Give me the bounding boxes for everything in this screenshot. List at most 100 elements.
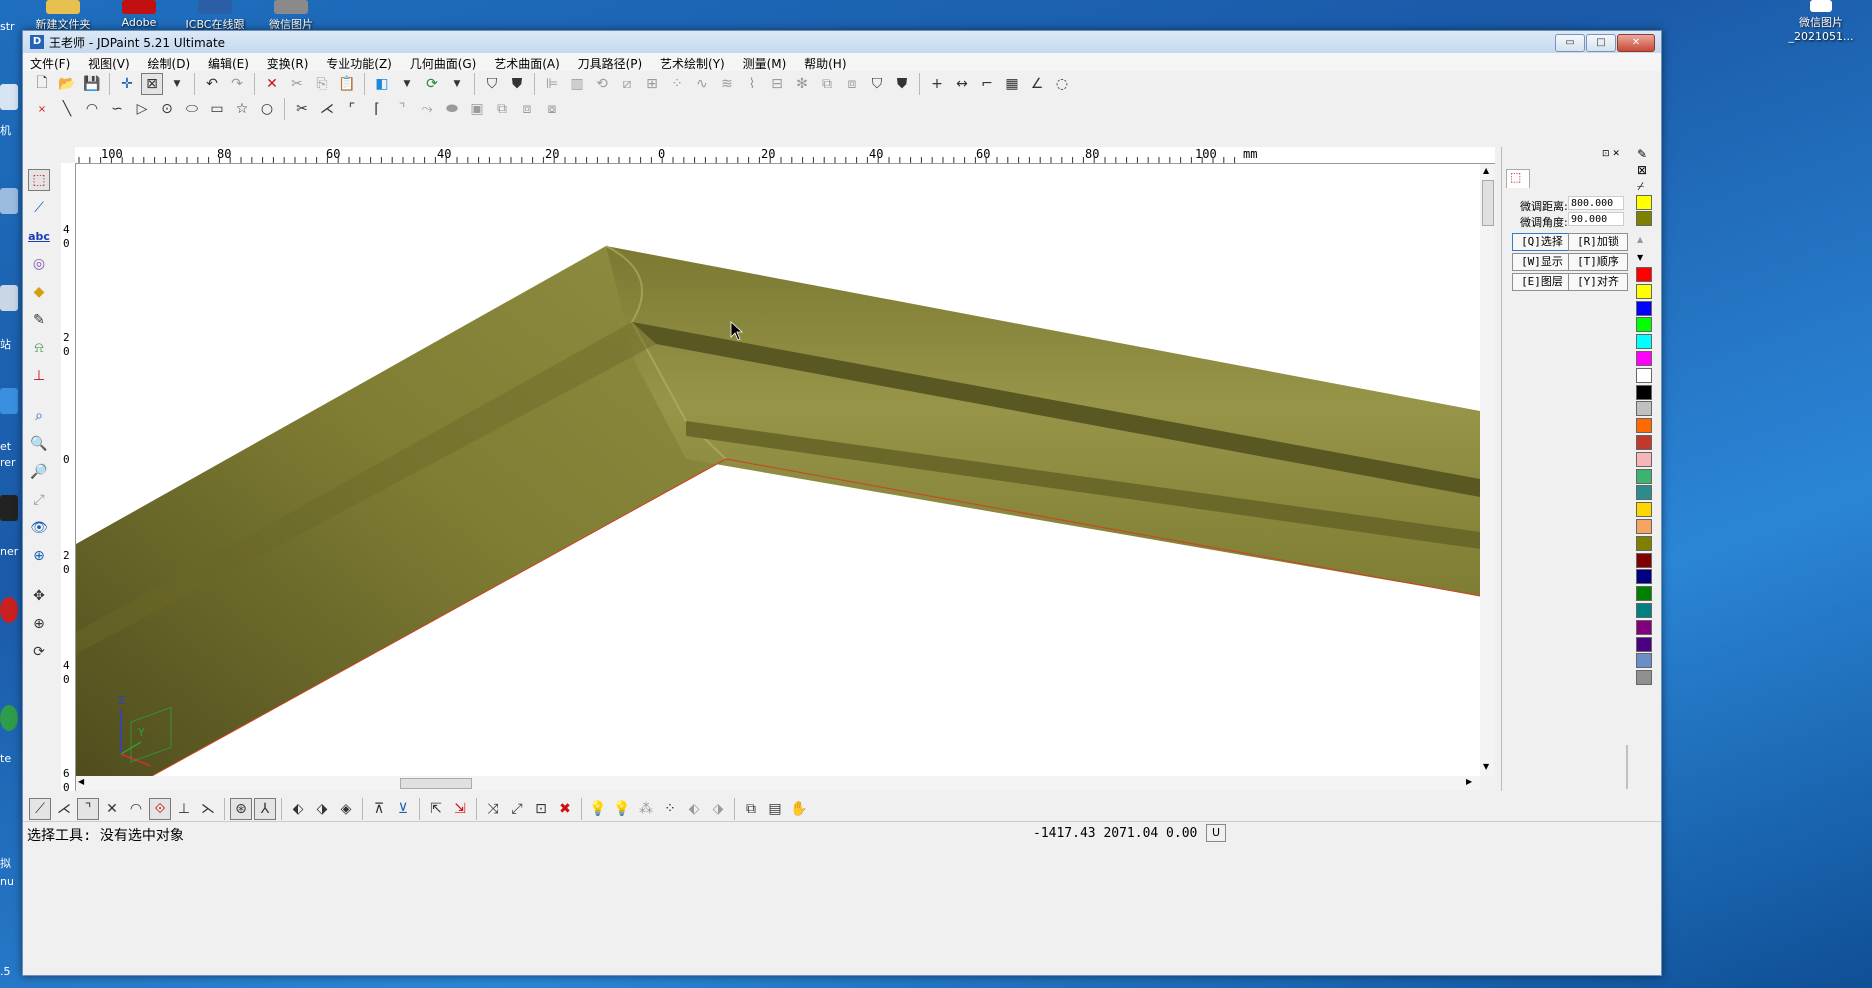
color-swatch[interactable] — [1636, 300, 1652, 316]
color-swatch[interactable] — [1636, 468, 1652, 484]
menu-art-surface[interactable]: 艺术曲面(A) — [487, 53, 567, 72]
color-swatch[interactable] — [1636, 418, 1652, 434]
dimension-icon[interactable]: ↔ — [951, 73, 973, 95]
color-swatch[interactable] — [1636, 211, 1652, 226]
shield-icon[interactable]: ⛉ — [481, 73, 503, 95]
unit-indicator[interactable]: U — [1206, 824, 1226, 842]
grid-array-icon[interactable]: ⁘ — [666, 73, 688, 95]
point-draw-icon[interactable]: × — [31, 98, 53, 120]
film-icon[interactable]: ▦ — [1001, 73, 1023, 95]
display-w-button[interactable]: [W]显示 — [1512, 253, 1572, 271]
lights-icon[interactable]: ⁘ — [659, 798, 681, 820]
frame-icon[interactable]: ▣ — [466, 98, 488, 120]
desktop-icon-folder[interactable]: 新建文件夹 — [28, 0, 98, 32]
color-swatch[interactable] — [1636, 586, 1652, 602]
delete-all-icon[interactable]: ✖ — [554, 798, 576, 820]
color-swatch[interactable] — [1636, 619, 1652, 635]
menu-help[interactable]: 帮助(H) — [797, 53, 853, 72]
trim-icon[interactable]: ✂ — [291, 98, 313, 120]
rotate-icon[interactable]: ⟲ — [591, 73, 613, 95]
light-group-icon[interactable]: ⁂ — [635, 798, 657, 820]
light-yellow-icon[interactable]: 💡 — [611, 798, 633, 820]
diamond-grid-2-icon[interactable]: ⬗ — [311, 798, 333, 820]
select-q-button[interactable]: [Q]选择 — [1512, 233, 1572, 251]
close-button[interactable]: ✕ — [1617, 34, 1655, 52]
color-swatch[interactable] — [1636, 502, 1652, 518]
select-tool-icon[interactable]: ⬚ — [28, 169, 50, 191]
zoom-window-icon[interactable]: ⌕ — [28, 405, 50, 427]
snowflake-icon[interactable]: ✻ — [791, 73, 813, 95]
desktop-icon-adobe[interactable]: Adobe — [104, 0, 174, 29]
offset-icon[interactable]: ⤳ — [416, 98, 438, 120]
paste-icon[interactable]: 📋 — [336, 73, 358, 95]
chamfer-icon[interactable]: ⌈ — [366, 98, 388, 120]
line-icon[interactable]: ╲ — [56, 98, 78, 120]
join-icon[interactable]: ⧉ — [491, 98, 513, 120]
star-icon[interactable]: ☆ — [231, 98, 253, 120]
scroll-left-arrow-icon[interactable]: ◀ — [78, 777, 84, 786]
internet-explorer-icon[interactable] — [0, 388, 18, 414]
spline-icon[interactable]: ∽ — [106, 98, 128, 120]
diamond-grid-3-icon[interactable]: ◈ — [335, 798, 357, 820]
snap-circle-center-icon[interactable]: ⟐ — [149, 798, 171, 820]
scroll-thumb[interactable] — [1482, 180, 1494, 226]
color-swatch[interactable] — [1636, 435, 1652, 450]
refresh-view-icon[interactable]: ⟳ — [421, 73, 443, 95]
brush-tool-icon[interactable]: ✎ — [28, 309, 50, 331]
pencil-icon[interactable]: ✎ — [1637, 147, 1647, 161]
crosshair-icon[interactable]: ✛ — [116, 73, 138, 95]
color-swatch[interactable] — [1636, 653, 1652, 669]
curve-icon[interactable]: ⌇ — [741, 73, 763, 95]
mesh-icon[interactable]: ⊟ — [766, 73, 788, 95]
spring-icon[interactable]: ≋ — [716, 73, 738, 95]
panel-scrollbar[interactable] — [1626, 745, 1628, 789]
undo-icon[interactable]: ↶ — [201, 73, 223, 95]
deselect-cursor-icon[interactable]: ⇲ — [449, 798, 471, 820]
emboss-icon[interactable]: ⛉ — [866, 73, 888, 95]
dropdown-arrow-icon[interactable]: ▼ — [166, 73, 188, 95]
desktop-icon-wechat-image[interactable]: 微信图片 — [256, 0, 326, 32]
bell-tool-icon[interactable]: ⍾ — [28, 337, 50, 359]
view-eye-icon[interactable]: 👁 — [28, 517, 50, 539]
snap-point-icon[interactable]: ⊛ — [230, 798, 252, 820]
corner-trim-icon[interactable]: ⌝ — [391, 98, 413, 120]
angle-icon[interactable]: ∠ — [1026, 73, 1048, 95]
scroll-thumb[interactable] — [400, 778, 472, 789]
property-icon[interactable]: ⊡ — [530, 798, 552, 820]
palette-scroll-down-icon[interactable]: ▼ — [1637, 253, 1643, 262]
horizontal-scrollbar[interactable]: ◀ ▶ — [76, 776, 1480, 790]
rectangle-icon[interactable]: ▭ — [206, 98, 228, 120]
order-t-button[interactable]: [T]顺序 — [1568, 253, 1628, 271]
menu-art-drawing[interactable]: 艺术绘制(Y) — [653, 53, 732, 72]
circle-center-icon[interactable]: ⊙ — [156, 98, 178, 120]
minimize-button[interactable]: ▭ — [1555, 34, 1585, 52]
color-swatch[interactable] — [1636, 451, 1652, 467]
break-icon[interactable]: ⧇ — [541, 98, 563, 120]
new-file-icon[interactable]: 🗋 — [31, 73, 53, 95]
zoom-icon[interactable]: ⊕ — [28, 613, 50, 635]
jdpaint-app-icon[interactable]: D — [30, 35, 44, 49]
lock-r-button[interactable]: [R]加锁 — [1568, 233, 1628, 251]
transform-icon[interactable]: ⤨ — [482, 798, 504, 820]
cut-icon[interactable]: ✂ — [286, 73, 308, 95]
snap-angle-icon[interactable]: ⅄ — [254, 798, 276, 820]
color-swatch[interactable] — [1636, 367, 1652, 383]
light-on-icon[interactable]: 💡 — [587, 798, 609, 820]
slot-icon[interactable]: ⬬ — [441, 98, 463, 120]
computer-icon[interactable] — [0, 84, 18, 110]
menu-file[interactable]: 文件(F) — [23, 53, 77, 72]
palette-scroll-up-icon[interactable]: ▲ — [1637, 235, 1643, 244]
panel-tab-select[interactable]: ⬚ — [1506, 169, 1530, 188]
snap-intersection-icon[interactable]: ✕ — [101, 798, 123, 820]
lasso-icon[interactable]: ◌ — [1051, 73, 1073, 95]
shade-mode-icon[interactable]: ◧ — [371, 73, 393, 95]
engrave-icon[interactable]: ⛊ — [891, 73, 913, 95]
zoom-previous-icon[interactable]: 🔎 — [28, 461, 50, 483]
desktop-icon-wechat-image-right[interactable]: 微信图片 _2021051... — [1776, 0, 1866, 43]
fine-angle-field[interactable] — [1568, 212, 1624, 226]
group-icon[interactable]: ⧉ — [816, 73, 838, 95]
ellipse-icon[interactable]: ⬭ — [181, 98, 203, 120]
point-icon[interactable]: + — [926, 73, 948, 95]
select-cursor-icon[interactable]: ⇱ — [425, 798, 447, 820]
snap-perpendicular-icon[interactable]: ⊥ — [173, 798, 195, 820]
